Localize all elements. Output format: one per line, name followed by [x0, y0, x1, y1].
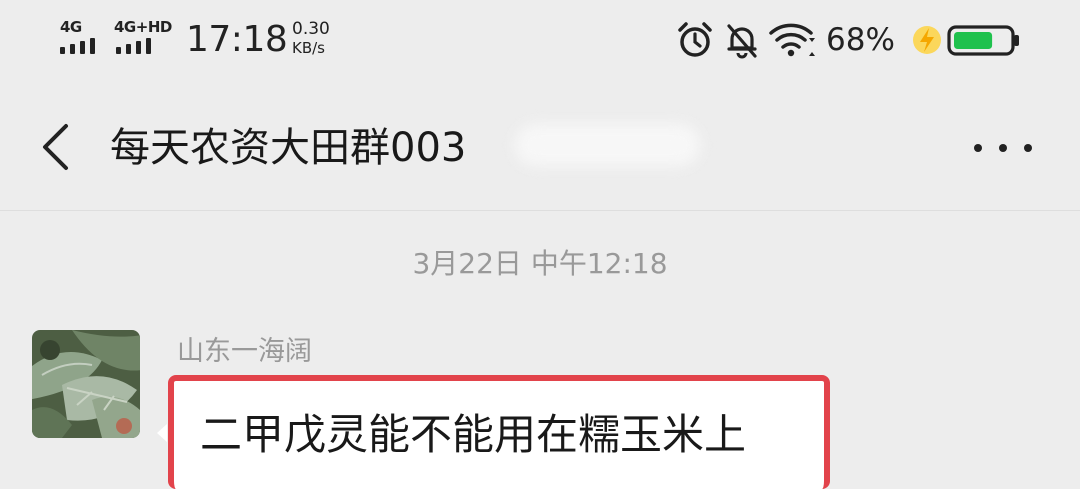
network-speed-value: 0.30 [292, 19, 330, 39]
chat-title: 每天农资大田群003 [110, 125, 467, 171]
more-dots-icon [974, 144, 982, 152]
network-indicator-2: 4G+HD [114, 18, 174, 58]
sender-name: 山东一海阔 [177, 336, 312, 367]
status-bar: 4G 4G+HD 17:18 0.30 KB/s 68% [0, 0, 1080, 80]
charging-icon [913, 26, 941, 54]
message-text: 二甲戊灵能不能用在糯玉米上 [200, 410, 747, 459]
more-options-button[interactable] [968, 130, 1038, 166]
network-speed: 0.30 KB/s [292, 20, 352, 58]
back-button[interactable] [30, 120, 80, 174]
wifi-icon [769, 23, 815, 57]
message-bubble[interactable]: 二甲戊灵能不能用在糯玉米上 [168, 375, 830, 489]
network-type-label: 4G+HD [114, 18, 172, 36]
battery-icon [947, 25, 1019, 56]
battery-level-fill [954, 32, 993, 49]
battery-percentage: 68% [826, 22, 895, 58]
mute-icon [727, 24, 757, 59]
redacted-title-area [515, 124, 700, 166]
bubble-tail [157, 424, 167, 442]
network-speed-unit: KB/s [292, 39, 325, 57]
status-time: 17:18 [186, 19, 288, 60]
message-timestamp: 3月22日 中午12:18 [412, 247, 668, 280]
network-indicator-1: 4G [60, 18, 106, 58]
leaf-photo-avatar [32, 330, 140, 438]
alarm-icon [678, 22, 712, 57]
network-type-label: 4G [60, 18, 82, 36]
avatar[interactable] [32, 330, 140, 438]
chevron-left-icon [43, 124, 68, 170]
